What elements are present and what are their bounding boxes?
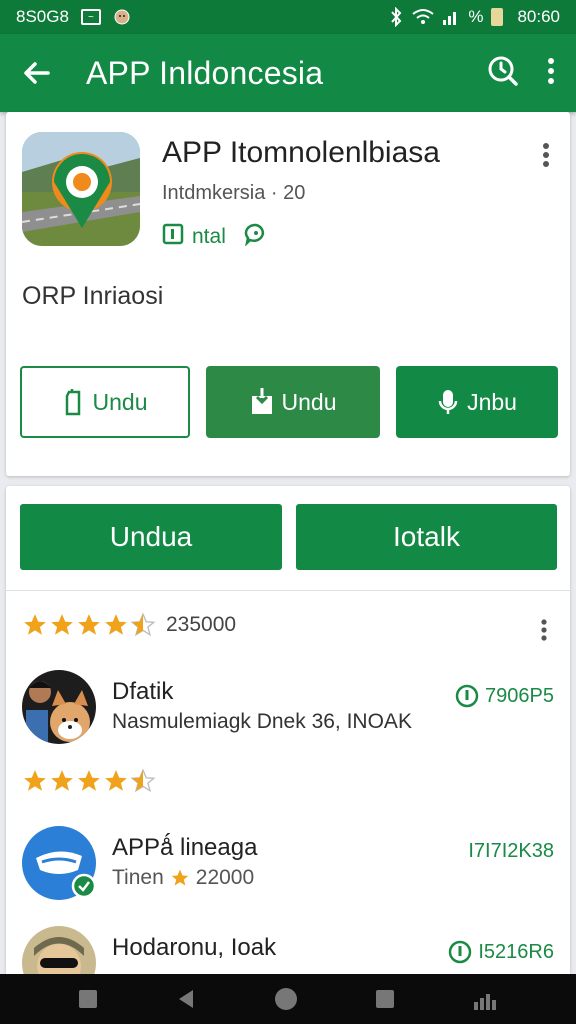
star-full-icon: [51, 770, 73, 791]
card-more-icon[interactable]: [542, 142, 550, 173]
item-badge: I7I7I2K38: [468, 840, 554, 863]
recents-nav-icon[interactable]: [375, 989, 395, 1009]
more-vert-icon[interactable]: [546, 56, 556, 91]
wifi-icon: [412, 9, 434, 24]
divider: [6, 590, 570, 591]
home-nav-icon[interactable]: [274, 987, 298, 1011]
chat-bubble-icon: [244, 222, 268, 252]
star-full-icon: [78, 614, 100, 635]
app-bar: APP Inldoncesia: [0, 34, 576, 112]
app-description: ORP Inriaosi: [22, 282, 164, 310]
star-full-icon: [51, 614, 73, 635]
item-title: APPǻ lineaga: [112, 834, 258, 861]
phone-icon: [65, 389, 80, 416]
primary-action-button[interactable]: Undua: [20, 504, 282, 570]
star-full-icon: [171, 869, 189, 886]
item-badge-text: I7I7I2K38: [468, 840, 554, 862]
rating-count: 235000: [166, 613, 237, 636]
star-full-icon: [24, 614, 46, 635]
item-badge: 7906P5: [455, 684, 554, 708]
star-full-icon: [105, 614, 127, 635]
square-nav-icon[interactable]: [78, 989, 98, 1009]
phone-action-button[interactable]: Undu: [20, 366, 190, 438]
bluetooth-icon: [391, 7, 402, 27]
secondary-action-button[interactable]: Iotalk: [296, 504, 557, 570]
button-label: Undu: [281, 388, 337, 415]
status-left-text: 8S0G8: [16, 7, 69, 26]
chart-notification-icon: ~: [80, 9, 101, 25]
button-label: Jnbu: [467, 388, 517, 415]
item-badge-text: I5216R6: [478, 940, 554, 963]
item-subtitle: Tinen 22000: [112, 866, 254, 890]
info-circle-icon: [449, 940, 472, 964]
overall-rating: 235000: [22, 612, 236, 638]
status-bar: 8S0G8 ~ % 80:60: [0, 0, 576, 34]
arrow-back-icon[interactable]: [20, 56, 54, 90]
button-label: Undu: [92, 388, 148, 415]
star-half-icon: [130, 768, 156, 793]
app-bar-title: APP Inldoncesia: [86, 54, 324, 91]
item-subtitle-prefix: Tinen: [112, 866, 164, 889]
battery-icon: [491, 8, 504, 26]
list-item[interactable]: APPǻ lineaga Tinen 22000 I7I7I2K38: [20, 826, 560, 906]
system-nav-bar: [0, 974, 576, 1024]
download-icon: [251, 388, 272, 414]
reviews-card: Undua Iotalk 235000 Dfatik Nasmulemiagk …: [6, 486, 570, 986]
app-name: APP Itomnolenlbiasa: [162, 136, 440, 169]
avatar: [22, 826, 97, 900]
app-info-card: APP Itomnolenlbiasa Intdmkersia · 20 nta…: [6, 112, 570, 476]
app-subtitle: Intdmkersia · 20: [162, 182, 306, 204]
star-full-icon: [105, 770, 127, 791]
star-full-icon: [78, 770, 100, 791]
app-logo-icon[interactable]: [22, 132, 140, 246]
rating-stars: [22, 612, 156, 638]
item-badge-text: 7906P5: [485, 684, 554, 707]
app-tags: ntal: [162, 222, 268, 252]
install-box-icon: [162, 223, 184, 251]
item-subtitle-value: 22000: [195, 866, 255, 889]
info-circle-icon: [455, 684, 479, 708]
mic-button[interactable]: Jnbu: [396, 366, 558, 438]
back-nav-icon[interactable]: [175, 988, 197, 1010]
avatar: [22, 670, 96, 744]
item-title: Dfatik: [112, 678, 174, 705]
cat-notification-icon: [114, 9, 130, 25]
mic-icon: [438, 390, 458, 414]
search-icon[interactable]: [486, 54, 520, 93]
signal-icon: [443, 12, 457, 25]
item-subtitle: Nasmulemiagk Dnek 36, INOAK: [112, 710, 412, 733]
star-full-icon: [24, 770, 46, 791]
download-button[interactable]: Undu: [206, 366, 380, 438]
item-rating-stars: [22, 768, 156, 794]
tag-label: ntal: [192, 225, 226, 248]
item-badge: I5216R6: [448, 940, 554, 964]
status-time: 80:60: [517, 7, 560, 26]
reviews-more-icon[interactable]: [540, 618, 548, 647]
signal-nav-icon[interactable]: [472, 988, 498, 1010]
star-half-icon: [130, 612, 156, 637]
signal-text: %: [468, 7, 484, 26]
list-item[interactable]: Dfatik Nasmulemiagk Dnek 36, INOAK 7906P…: [20, 670, 560, 750]
item-title: Hodaronu, Ioak: [112, 934, 277, 961]
